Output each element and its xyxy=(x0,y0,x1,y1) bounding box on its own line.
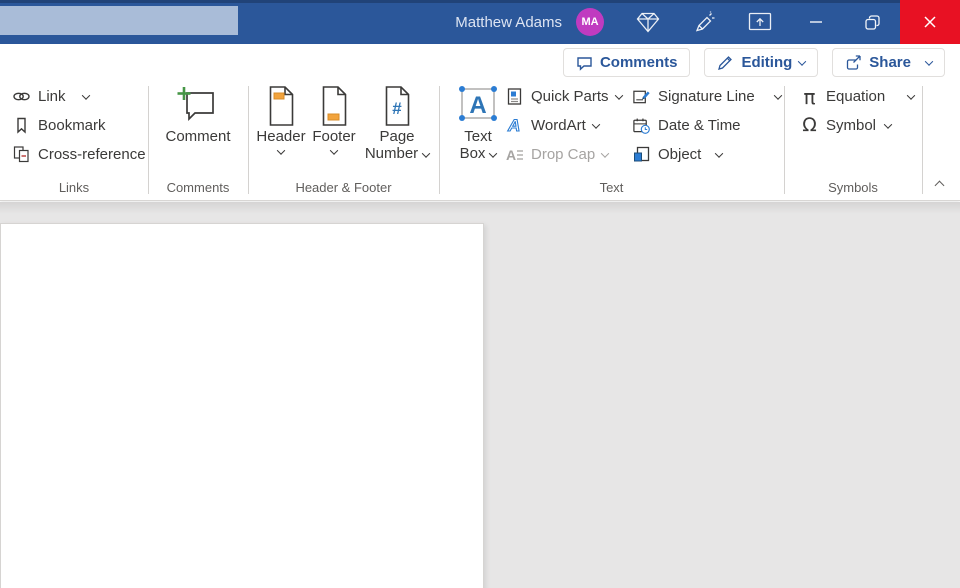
share-icon xyxy=(845,54,862,71)
comments-bubble-icon xyxy=(576,55,593,71)
chevron-down-icon xyxy=(489,149,498,158)
group-symbols: π Equation Ω Symbol Symbols xyxy=(784,82,922,198)
chevron-down-icon xyxy=(924,56,934,66)
group-label-links: Links xyxy=(58,180,90,195)
quick-parts-button[interactable]: Quick Parts xyxy=(505,82,623,111)
group-label-symbols: Symbols xyxy=(828,180,878,195)
chevron-down-icon xyxy=(715,148,724,158)
chevron-down-icon xyxy=(81,90,90,100)
group-comments: Comment Comments xyxy=(148,82,248,198)
date-time-icon xyxy=(632,116,651,135)
chevron-down-icon xyxy=(883,119,893,129)
header-icon xyxy=(266,82,297,128)
symbol-omega-icon: Ω xyxy=(802,114,817,136)
ribbon-display-options-icon[interactable] xyxy=(732,0,788,44)
chevron-down-icon xyxy=(591,119,600,129)
share-button[interactable]: Share xyxy=(832,48,945,77)
link-icon xyxy=(12,87,31,106)
user-name: Matthew Adams xyxy=(455,13,562,31)
document-title-field[interactable] xyxy=(0,6,238,35)
minimize-button[interactable] xyxy=(788,0,844,44)
group-header-footer: Header Footer # Page Number Header & Foo… xyxy=(248,82,439,198)
object-button[interactable]: Object xyxy=(632,140,781,169)
header-button[interactable]: Header xyxy=(253,82,309,155)
svg-text:A: A xyxy=(469,92,486,119)
signature-line-button[interactable]: Signature Line xyxy=(632,82,782,111)
chevron-down-icon xyxy=(773,90,782,100)
quick-parts-icon xyxy=(505,87,524,106)
chevron-down-icon xyxy=(600,148,610,158)
drop-cap-icon: A xyxy=(505,145,524,164)
chevron-down-icon xyxy=(798,56,807,66)
chevron-down-icon xyxy=(906,90,916,100)
equation-button[interactable]: π Equation xyxy=(800,82,922,111)
footer-button[interactable]: Footer xyxy=(306,82,362,155)
chevron-down-icon xyxy=(329,146,339,155)
group-divider xyxy=(922,86,923,194)
title-bar: Matthew Adams MA xyxy=(0,0,960,44)
object-icon xyxy=(632,145,651,164)
group-label-comments: Comments xyxy=(166,180,230,195)
cross-reference-icon xyxy=(12,145,31,164)
chevron-down-icon xyxy=(421,149,431,158)
svg-text:A: A xyxy=(507,116,520,135)
wordart-button[interactable]: A WordArt xyxy=(505,111,622,140)
avatar[interactable]: MA xyxy=(576,8,604,36)
footer-icon xyxy=(319,82,350,128)
chevron-up-icon xyxy=(934,180,944,190)
drop-cap-button: A Drop Cap xyxy=(505,140,622,169)
link-button[interactable]: Link xyxy=(12,82,148,111)
editing-button[interactable]: Editing xyxy=(704,48,819,77)
text-box-button[interactable]: A Text Box xyxy=(447,82,509,162)
document-page[interactable] xyxy=(0,223,484,588)
collapse-ribbon-button[interactable] xyxy=(930,178,948,192)
comments-button[interactable]: Comments xyxy=(562,48,691,77)
signature-line-icon xyxy=(632,87,651,106)
group-text: A Text Box Quick Parts A WordArt A Drop … xyxy=(439,82,784,198)
bookmark-button[interactable]: Bookmark xyxy=(12,111,148,140)
equation-pi-icon: π xyxy=(803,84,816,109)
wordart-icon: A xyxy=(505,116,524,135)
bookmark-icon xyxy=(12,116,31,135)
document-workspace xyxy=(0,202,960,588)
chevron-down-icon xyxy=(276,146,286,155)
restore-button[interactable] xyxy=(844,0,900,44)
gem-icon[interactable] xyxy=(620,0,676,44)
group-links: Link Bookmark Cross-reference Links xyxy=(0,82,148,198)
svg-text:#: # xyxy=(392,99,402,118)
cross-reference-button[interactable]: Cross-reference xyxy=(12,140,148,169)
symbol-button[interactable]: Ω Symbol xyxy=(800,111,922,140)
new-comment-icon xyxy=(176,82,220,128)
group-label-header-footer: Header & Footer xyxy=(295,180,392,195)
ribbon: Comments Editing Share Link Bookmark Cro… xyxy=(0,44,960,201)
chevron-down-icon xyxy=(614,90,623,100)
close-button[interactable] xyxy=(900,0,960,44)
page-number-icon: # xyxy=(382,82,413,128)
group-label-text: Text xyxy=(599,180,624,195)
sparkle-pen-icon[interactable] xyxy=(676,0,732,44)
comment-button[interactable]: Comment xyxy=(162,82,234,145)
pencil-icon xyxy=(717,54,734,71)
date-time-button[interactable]: Date & Time xyxy=(632,111,781,140)
text-box-icon: A xyxy=(457,82,499,128)
ribbon-actions-row: Comments Editing Share xyxy=(562,48,945,77)
page-number-button[interactable]: # Page Number xyxy=(360,82,434,162)
svg-text:A: A xyxy=(506,147,516,163)
